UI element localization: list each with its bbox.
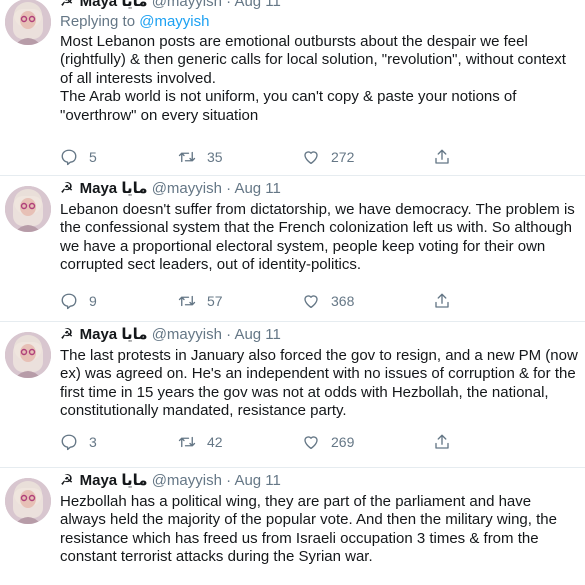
user-handle[interactable]: @mayyish bbox=[152, 0, 222, 10]
tweet-header: ☭ Maya مايا @mayyish · Aug 11 bbox=[60, 470, 580, 492]
separator-dot: · bbox=[226, 472, 232, 489]
display-name[interactable]: Maya bbox=[80, 326, 118, 343]
reply-count: 9 bbox=[89, 293, 97, 309]
tweet-header: ☭ Maya مايا @mayyish · Aug 11 bbox=[60, 324, 580, 346]
like-icon bbox=[304, 151, 318, 165]
share-button[interactable] bbox=[433, 147, 451, 167]
reply-count: 5 bbox=[89, 149, 97, 165]
retweet-count: 35 bbox=[207, 149, 223, 165]
avatar[interactable] bbox=[5, 332, 51, 378]
share-button[interactable] bbox=[433, 291, 451, 311]
hammer-sickle-symbol: ☭ bbox=[60, 326, 74, 343]
like-count: 272 bbox=[331, 149, 355, 165]
reply-button[interactable]: 5 bbox=[60, 147, 97, 167]
retweet-icon bbox=[178, 436, 196, 448]
like-button[interactable]: 269 bbox=[302, 432, 354, 452]
separator-dot: · bbox=[226, 0, 232, 10]
reply-icon bbox=[61, 293, 77, 310]
tweet-actions: 5 35 272 bbox=[60, 147, 460, 167]
avatar[interactable] bbox=[5, 0, 51, 45]
like-icon bbox=[304, 436, 318, 450]
tweet-text: The last protests in January also forced… bbox=[60, 347, 582, 420]
like-button[interactable]: 272 bbox=[302, 147, 354, 167]
tweet-date[interactable]: Aug 11 bbox=[234, 180, 280, 197]
tweet-text: Lebanon doesn't suffer from dictatorship… bbox=[60, 201, 579, 274]
tweet-text: Most Lebanon posts are emotional outburs… bbox=[60, 33, 566, 124]
display-name[interactable]: Maya bbox=[80, 180, 118, 197]
avatar[interactable] bbox=[5, 186, 51, 232]
user-handle[interactable]: @mayyish bbox=[152, 326, 222, 343]
hammer-sickle-symbol: ☭ bbox=[60, 472, 74, 489]
reply-icon bbox=[61, 434, 77, 451]
tweet-date[interactable]: Aug 11 bbox=[234, 0, 280, 10]
hammer-sickle-symbol: ☭ bbox=[60, 0, 74, 10]
tweet-text: Hezbollah has a political wing, they are… bbox=[60, 493, 562, 566]
replying-to-handle[interactable]: @mayyish bbox=[139, 13, 209, 30]
reply-button[interactable]: 3 bbox=[60, 432, 97, 452]
avatar[interactable] bbox=[5, 478, 51, 524]
retweet-count: 42 bbox=[207, 434, 223, 450]
like-count: 269 bbox=[331, 434, 355, 450]
like-icon bbox=[304, 295, 318, 309]
display-name[interactable]: Maya bbox=[80, 0, 118, 10]
retweet-button[interactable]: 35 bbox=[178, 147, 223, 167]
share-icon bbox=[435, 434, 449, 449]
user-handle[interactable]: @mayyish bbox=[152, 472, 222, 489]
share-button[interactable] bbox=[433, 432, 451, 452]
hammer-sickle-symbol: ☭ bbox=[60, 180, 74, 197]
like-count: 368 bbox=[331, 293, 355, 309]
separator-dot: · bbox=[226, 180, 232, 197]
tweet-header: ☭ Maya مايا @mayyish · Aug 11 bbox=[60, 178, 580, 200]
replying-to: Replying to @mayyish bbox=[60, 12, 580, 32]
display-name-arabic[interactable]: مايا bbox=[121, 180, 147, 197]
display-name-arabic[interactable]: مايا bbox=[121, 326, 147, 343]
retweet-icon bbox=[178, 295, 196, 307]
user-handle[interactable]: @mayyish bbox=[152, 180, 222, 197]
like-button[interactable]: 368 bbox=[302, 291, 354, 311]
share-icon bbox=[435, 149, 449, 164]
tweet-actions: 3 42 269 bbox=[60, 432, 460, 452]
tweet-actions: 9 57 368 bbox=[60, 291, 460, 311]
reply-icon bbox=[61, 149, 77, 166]
retweet-icon bbox=[178, 151, 196, 163]
separator-dot: · bbox=[226, 326, 232, 343]
tweet-date[interactable]: Aug 11 bbox=[234, 326, 280, 343]
divider bbox=[0, 175, 585, 176]
retweet-count: 57 bbox=[207, 293, 223, 309]
display-name[interactable]: Maya bbox=[80, 472, 118, 489]
divider bbox=[0, 467, 585, 468]
replying-to-label: Replying to bbox=[60, 13, 136, 30]
reply-button[interactable]: 9 bbox=[60, 291, 97, 311]
display-name-arabic[interactable]: مايا bbox=[121, 472, 147, 489]
share-icon bbox=[435, 293, 449, 308]
display-name-arabic[interactable]: مايا bbox=[121, 0, 147, 10]
divider bbox=[0, 321, 585, 322]
retweet-button[interactable]: 42 bbox=[178, 432, 223, 452]
reply-count: 3 bbox=[89, 434, 97, 450]
retweet-button[interactable]: 57 bbox=[178, 291, 223, 311]
tweet-date[interactable]: Aug 11 bbox=[234, 472, 280, 489]
